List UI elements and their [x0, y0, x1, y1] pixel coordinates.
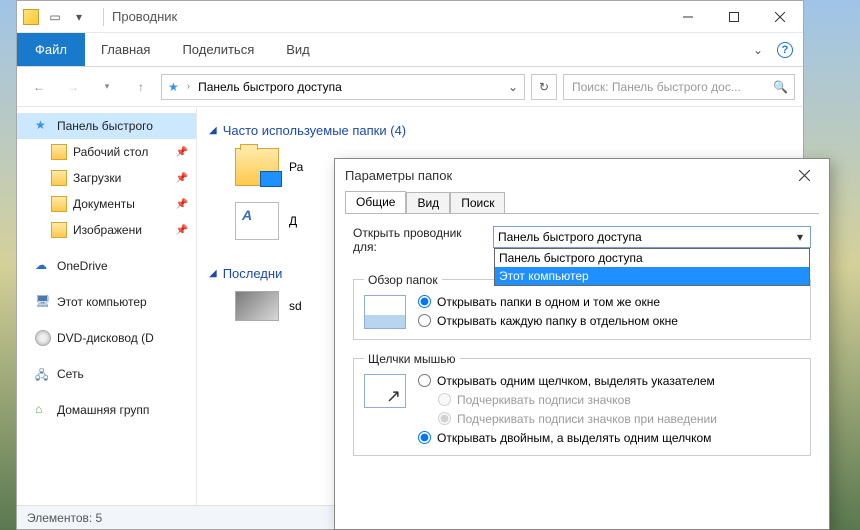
- pin-icon: 📌: [176, 173, 188, 184]
- sidebar-homegroup[interactable]: ⌂ Домашняя групп: [17, 397, 196, 423]
- image-thumbnail-icon: [235, 291, 279, 321]
- window-controls: [665, 2, 803, 32]
- disc-icon: [35, 330, 51, 346]
- mouse-clicks-legend: Щелчки мышью: [364, 352, 460, 366]
- status-item-count: Элементов: 5: [27, 511, 102, 525]
- radio-same-window[interactable]: Открывать папки в одном и том же окне: [418, 295, 678, 309]
- group-frequent-folders[interactable]: ◢ Часто используемые папки (4): [209, 123, 791, 138]
- mouse-clicks-group: Щелчки мышью Открывать одним щелчком, вы…: [353, 352, 811, 456]
- ribbon-file-tab[interactable]: Файл: [17, 33, 85, 66]
- qat-newfolder-icon[interactable]: ▾: [69, 7, 89, 27]
- pin-icon: 📌: [176, 225, 188, 236]
- dialog-body: Открыть проводник для: Панель быстрого д…: [345, 213, 819, 529]
- sidebar-downloads[interactable]: Загрузки 📌: [17, 165, 196, 191]
- minimize-button[interactable]: [665, 2, 711, 32]
- combo-dropdown-list: Панель быстрого доступа Этот компьютер: [494, 248, 810, 286]
- network-icon: 🖧: [35, 366, 51, 382]
- radio-single-click[interactable]: Открывать одним щелчком, выделять указат…: [418, 374, 717, 388]
- pin-icon: 📌: [176, 199, 188, 210]
- navigation-row: ← → ▾ ↑ ★ › Панель быстрого доступа ⌄ ↻ …: [17, 67, 803, 107]
- sidebar-desktop[interactable]: Рабочий стол 📌: [17, 139, 196, 165]
- monitor-icon: 🖥: [35, 294, 51, 310]
- navigation-pane: ★ Панель быстрого Рабочий стол 📌 Загрузк…: [17, 107, 197, 505]
- address-dropdown-icon[interactable]: ⌄: [508, 80, 518, 94]
- tab-general[interactable]: Общие: [345, 191, 406, 213]
- titlebar: ▭ ▾ Проводник: [17, 1, 803, 33]
- sidebar-documents[interactable]: Документы 📌: [17, 191, 196, 217]
- sidebar-network[interactable]: 🖧 Сеть: [17, 361, 196, 387]
- ribbon-help-icon[interactable]: ?: [777, 42, 793, 58]
- chevron-right-icon: ›: [187, 81, 190, 92]
- radio-new-window[interactable]: Открывать каждую папку в отдельном окне: [418, 314, 678, 328]
- folder-icon: [51, 144, 67, 160]
- combo-option-this-pc[interactable]: Этот компьютер: [495, 267, 809, 285]
- qat-properties-icon[interactable]: ▭: [45, 7, 65, 27]
- star-icon: ★: [35, 118, 51, 134]
- quick-access-toolbar: ▭ ▾: [45, 7, 89, 27]
- sidebar-quick-access[interactable]: ★ Панель быстрого: [17, 113, 196, 139]
- close-button[interactable]: [757, 2, 803, 32]
- sidebar-dvd[interactable]: DVD-дисковод (D: [17, 325, 196, 351]
- open-explorer-for-label: Открыть проводник для:: [353, 226, 483, 255]
- browse-folders-legend: Обзор папок: [364, 273, 442, 287]
- dialog-title: Параметры папок: [345, 168, 452, 183]
- ribbon-tab-share[interactable]: Поделиться: [166, 33, 270, 66]
- search-icon: 🔍: [773, 80, 788, 94]
- titlebar-separator: [103, 8, 104, 26]
- caret-down-icon: ◢: [209, 268, 217, 279]
- open-explorer-for-combo[interactable]: Панель быстрого доступа ▾ Панель быстрог…: [493, 226, 811, 248]
- sidebar-pictures[interactable]: Изображени 📌: [17, 217, 196, 243]
- folder-options-dialog: Параметры папок Общие Вид Поиск Открыть …: [334, 158, 830, 530]
- window-title: Проводник: [112, 9, 177, 24]
- sidebar-this-pc[interactable]: 🖥 Этот компьютер: [17, 289, 196, 315]
- document-icon: [235, 202, 279, 240]
- nav-back-button[interactable]: ←: [25, 73, 53, 101]
- folder-icon: [235, 148, 279, 186]
- ribbon-tab-home[interactable]: Главная: [85, 33, 166, 66]
- ribbon: Файл Главная Поделиться Вид ⌄ ?: [17, 33, 803, 67]
- folder-icon: [51, 196, 67, 212]
- radio-underline-always: Подчеркивать подписи значков: [418, 393, 717, 407]
- dialog-titlebar: Параметры папок: [335, 159, 829, 191]
- browse-preview-icon: [364, 295, 406, 329]
- folder-icon: [51, 222, 67, 238]
- sidebar-onedrive[interactable]: ☁ OneDrive: [17, 253, 196, 279]
- combo-option-quick-access[interactable]: Панель быстрого доступа: [495, 249, 809, 267]
- search-box[interactable]: 🔍: [563, 74, 795, 100]
- address-crumb[interactable]: Панель быстрого доступа: [198, 80, 342, 94]
- radio-double-click[interactable]: Открывать двойным, а выделять одним щелч…: [418, 431, 717, 445]
- radio-underline-hover: Подчеркивать подписи значков при наведен…: [418, 412, 717, 426]
- ribbon-tab-view[interactable]: Вид: [270, 33, 326, 66]
- search-input[interactable]: [570, 79, 769, 95]
- dialog-close-button[interactable]: [789, 170, 819, 181]
- cloud-icon: ☁: [35, 258, 51, 274]
- explorer-app-icon: [23, 9, 39, 25]
- nav-up-button[interactable]: ↑: [127, 73, 155, 101]
- tab-view[interactable]: Вид: [406, 192, 450, 214]
- nav-recent-dropdown[interactable]: ▾: [93, 73, 121, 101]
- dialog-tabs: Общие Вид Поиск: [335, 191, 829, 213]
- chevron-down-icon: ▾: [792, 229, 808, 245]
- maximize-button[interactable]: [711, 2, 757, 32]
- caret-down-icon: ◢: [209, 125, 217, 136]
- pin-icon: 📌: [176, 147, 188, 158]
- tile-desktop[interactable]: Ра: [235, 148, 303, 186]
- quick-access-star-icon: ★: [168, 80, 179, 94]
- folder-icon: [51, 170, 67, 186]
- address-bar[interactable]: ★ › Панель быстрого доступа ⌄: [161, 74, 525, 100]
- homegroup-icon: ⌂: [35, 402, 51, 418]
- tab-search[interactable]: Поиск: [450, 192, 505, 214]
- tile-recent-file[interactable]: sd: [235, 291, 302, 321]
- nav-forward-button[interactable]: →: [59, 73, 87, 101]
- click-preview-icon: [364, 374, 406, 408]
- refresh-button[interactable]: ↻: [531, 74, 557, 100]
- ribbon-expand-icon[interactable]: ⌄: [753, 43, 763, 57]
- tile-documents[interactable]: Д: [235, 202, 297, 240]
